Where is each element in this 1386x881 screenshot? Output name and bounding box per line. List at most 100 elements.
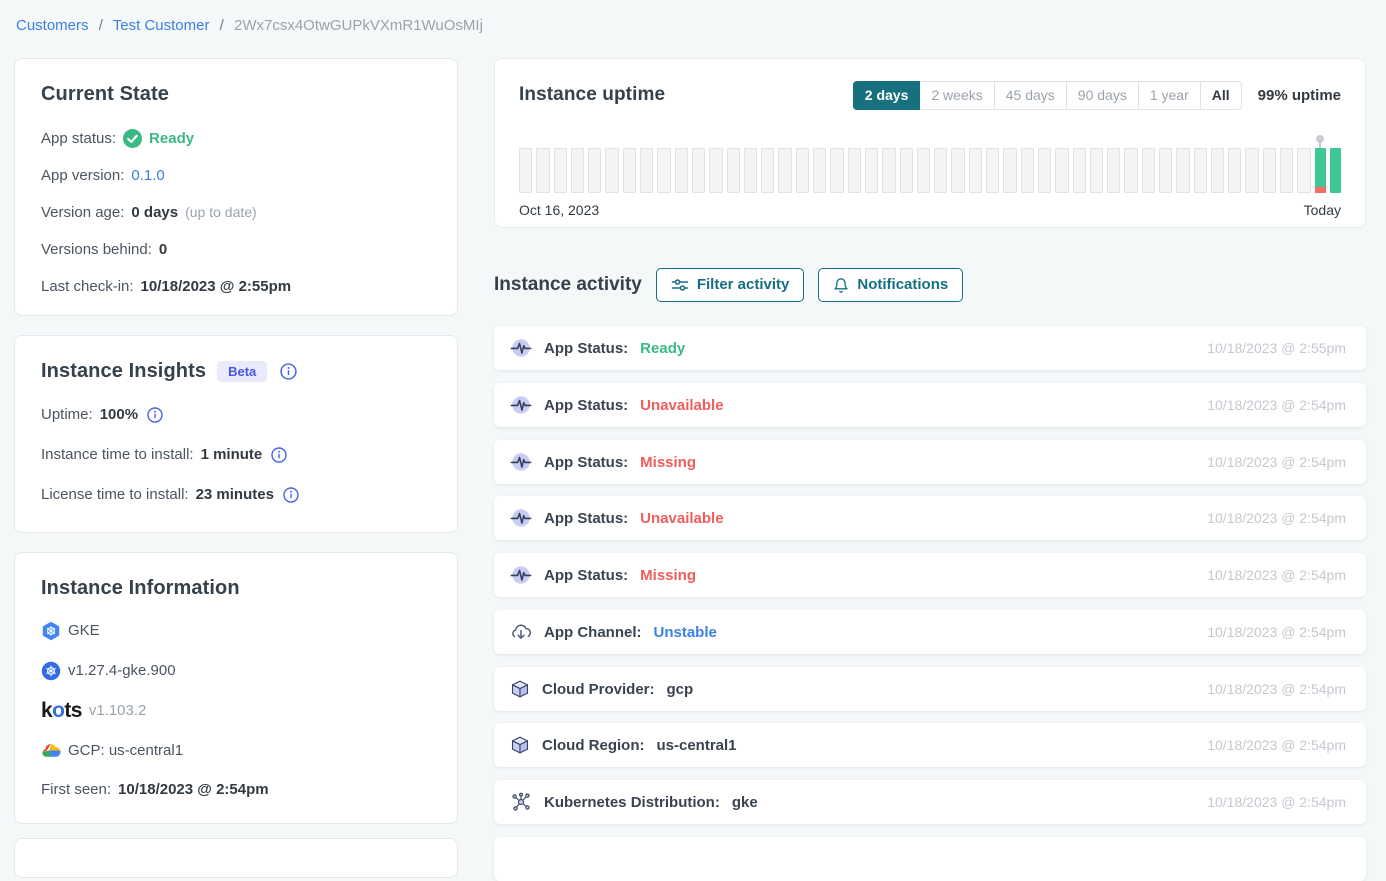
google-cloud-icon — [41, 742, 61, 759]
info-icon[interactable] — [271, 447, 287, 463]
uptime-bar[interactable] — [1055, 148, 1068, 193]
uptime-bar[interactable] — [1159, 148, 1172, 193]
uptime-bar[interactable] — [536, 148, 549, 193]
breadcrumb-customer-link[interactable]: Test Customer — [113, 17, 210, 34]
left-partial-card — [14, 838, 458, 878]
instance-info-title: Instance Information — [41, 577, 431, 600]
uptime-bar[interactable] — [900, 148, 913, 193]
notifications-button[interactable]: Notifications — [818, 268, 963, 302]
uptime-bar[interactable] — [1245, 148, 1258, 193]
uptime-range-button[interactable]: 2 days — [853, 81, 921, 110]
uptime-bar[interactable] — [1073, 148, 1086, 193]
uptime-bar[interactable] — [778, 148, 791, 193]
uptime-bar[interactable] — [1228, 148, 1241, 193]
uptime-bar[interactable] — [761, 148, 774, 193]
uptime-bar[interactable] — [1107, 148, 1120, 193]
uptime-range-button[interactable]: 1 year — [1139, 81, 1201, 110]
instance-information-card: Instance Information GKE v1.27.4-gke.900… — [14, 552, 458, 824]
info-icon[interactable] — [280, 363, 297, 380]
uptime-bar[interactable] — [623, 148, 636, 193]
app-version-link[interactable]: 0.1.0 — [131, 165, 164, 186]
uptime-bar[interactable] — [554, 148, 567, 193]
uptime-bar[interactable] — [519, 148, 532, 193]
activity-row-label: App Status: — [544, 567, 628, 584]
breadcrumb: Customers / Test Customer / 2Wx7csx4OtwG… — [16, 17, 483, 34]
k8s-version-row: v1.27.4-gke.900 — [41, 660, 431, 681]
versions-behind-label: Versions behind: — [41, 239, 152, 260]
uptime-bar[interactable] — [692, 148, 705, 193]
last-checkin-row: Last check-in: 10/18/2023 @ 2:55pm — [41, 276, 431, 297]
last-checkin-label: Last check-in: — [41, 276, 134, 297]
uptime-bar[interactable] — [934, 148, 947, 193]
breadcrumb-separator: / — [99, 17, 103, 34]
activity-row-value: gke — [732, 794, 758, 811]
uptime-bar[interactable] — [1263, 148, 1276, 193]
uptime-bar[interactable] — [830, 148, 843, 193]
uptime-bar[interactable] — [605, 148, 618, 193]
uptime-end-label: Today — [1304, 202, 1341, 218]
activity-row-label: Cloud Provider: — [542, 681, 655, 698]
uptime-bar[interactable] — [1021, 148, 1034, 193]
uptime-bar[interactable] — [796, 148, 809, 193]
activity-row-value: Ready — [640, 340, 685, 357]
uptime-bar[interactable] — [1003, 148, 1016, 193]
uptime-bar[interactable] — [1038, 148, 1051, 193]
uptime-bar[interactable] — [986, 148, 999, 193]
uptime-range-button[interactable]: 90 days — [1067, 81, 1139, 110]
first-seen-label: First seen: — [41, 779, 111, 800]
activity-row-timestamp: 10/18/2023 @ 2:54pm — [1207, 681, 1346, 697]
uptime-bar[interactable] — [1124, 148, 1137, 193]
network-icon — [510, 791, 532, 813]
uptime-bar[interactable] — [571, 148, 584, 193]
uptime-bar[interactable] — [727, 148, 740, 193]
uptime-bar[interactable] — [1330, 148, 1341, 193]
activity-row-timestamp: 10/18/2023 @ 2:54pm — [1207, 397, 1346, 413]
uptime-bar[interactable] — [865, 148, 878, 193]
uptime-range-button[interactable]: 2 weeks — [920, 81, 994, 110]
uptime-bar[interactable] — [917, 148, 930, 193]
uptime-bar[interactable] — [882, 148, 895, 193]
uptime-bar[interactable] — [951, 148, 964, 193]
uptime-bar[interactable] — [1194, 148, 1207, 193]
activity-row-label: Kubernetes Distribution: — [544, 794, 720, 811]
distribution-row: GKE — [41, 620, 431, 641]
app-status-row: App status: Ready — [41, 128, 431, 149]
uptime-bar[interactable] — [675, 148, 688, 193]
cloud-download-icon — [510, 621, 532, 643]
activity-row-timestamp: 10/18/2023 @ 2:54pm — [1207, 454, 1346, 470]
uptime-bar[interactable] — [657, 148, 670, 193]
uptime-bar[interactable] — [813, 148, 826, 193]
uptime-range-button[interactable]: 45 days — [995, 81, 1067, 110]
activity-header: Instance activity Filter activity Notifi… — [494, 268, 963, 302]
uptime-bar[interactable] — [1176, 148, 1189, 193]
uptime-bar[interactable] — [1142, 148, 1155, 193]
instance-uptime-card: Instance uptime 2 days2 weeks45 days90 d… — [494, 58, 1366, 228]
uptime-bar[interactable] — [640, 148, 653, 193]
uptime-bar[interactable] — [1280, 148, 1293, 193]
uptime-bar[interactable] — [1090, 148, 1103, 193]
beta-badge: Beta — [217, 361, 267, 382]
uptime-range-button[interactable]: All — [1201, 81, 1242, 110]
check-circle-icon — [123, 129, 142, 148]
activity-row: App Status: Missing 10/18/2023 @ 2:54pm — [494, 440, 1366, 484]
activity-row-timestamp: 10/18/2023 @ 2:54pm — [1207, 510, 1346, 526]
uptime-bar[interactable] — [848, 148, 861, 193]
info-icon[interactable] — [283, 487, 299, 503]
distribution-value: GKE — [68, 620, 100, 641]
uptime-bar[interactable] — [588, 148, 601, 193]
activity-row: App Status: Missing 10/18/2023 @ 2:54pm — [494, 553, 1366, 597]
uptime-bar[interactable] — [1297, 148, 1310, 193]
uptime-bar[interactable] — [744, 148, 757, 193]
info-icon[interactable] — [147, 407, 163, 423]
uptime-bar-chart — [519, 148, 1341, 193]
uptime-bar[interactable] — [1315, 148, 1326, 193]
filter-activity-label: Filter activity — [697, 276, 790, 294]
uptime-bar[interactable] — [969, 148, 982, 193]
breadcrumb-separator: / — [220, 17, 224, 34]
gke-icon — [41, 621, 61, 641]
uptime-bar[interactable] — [709, 148, 722, 193]
version-age-note: (up to date) — [185, 202, 257, 223]
breadcrumb-customers-link[interactable]: Customers — [16, 17, 89, 34]
filter-activity-button[interactable]: Filter activity — [656, 268, 805, 302]
uptime-bar[interactable] — [1211, 148, 1224, 193]
